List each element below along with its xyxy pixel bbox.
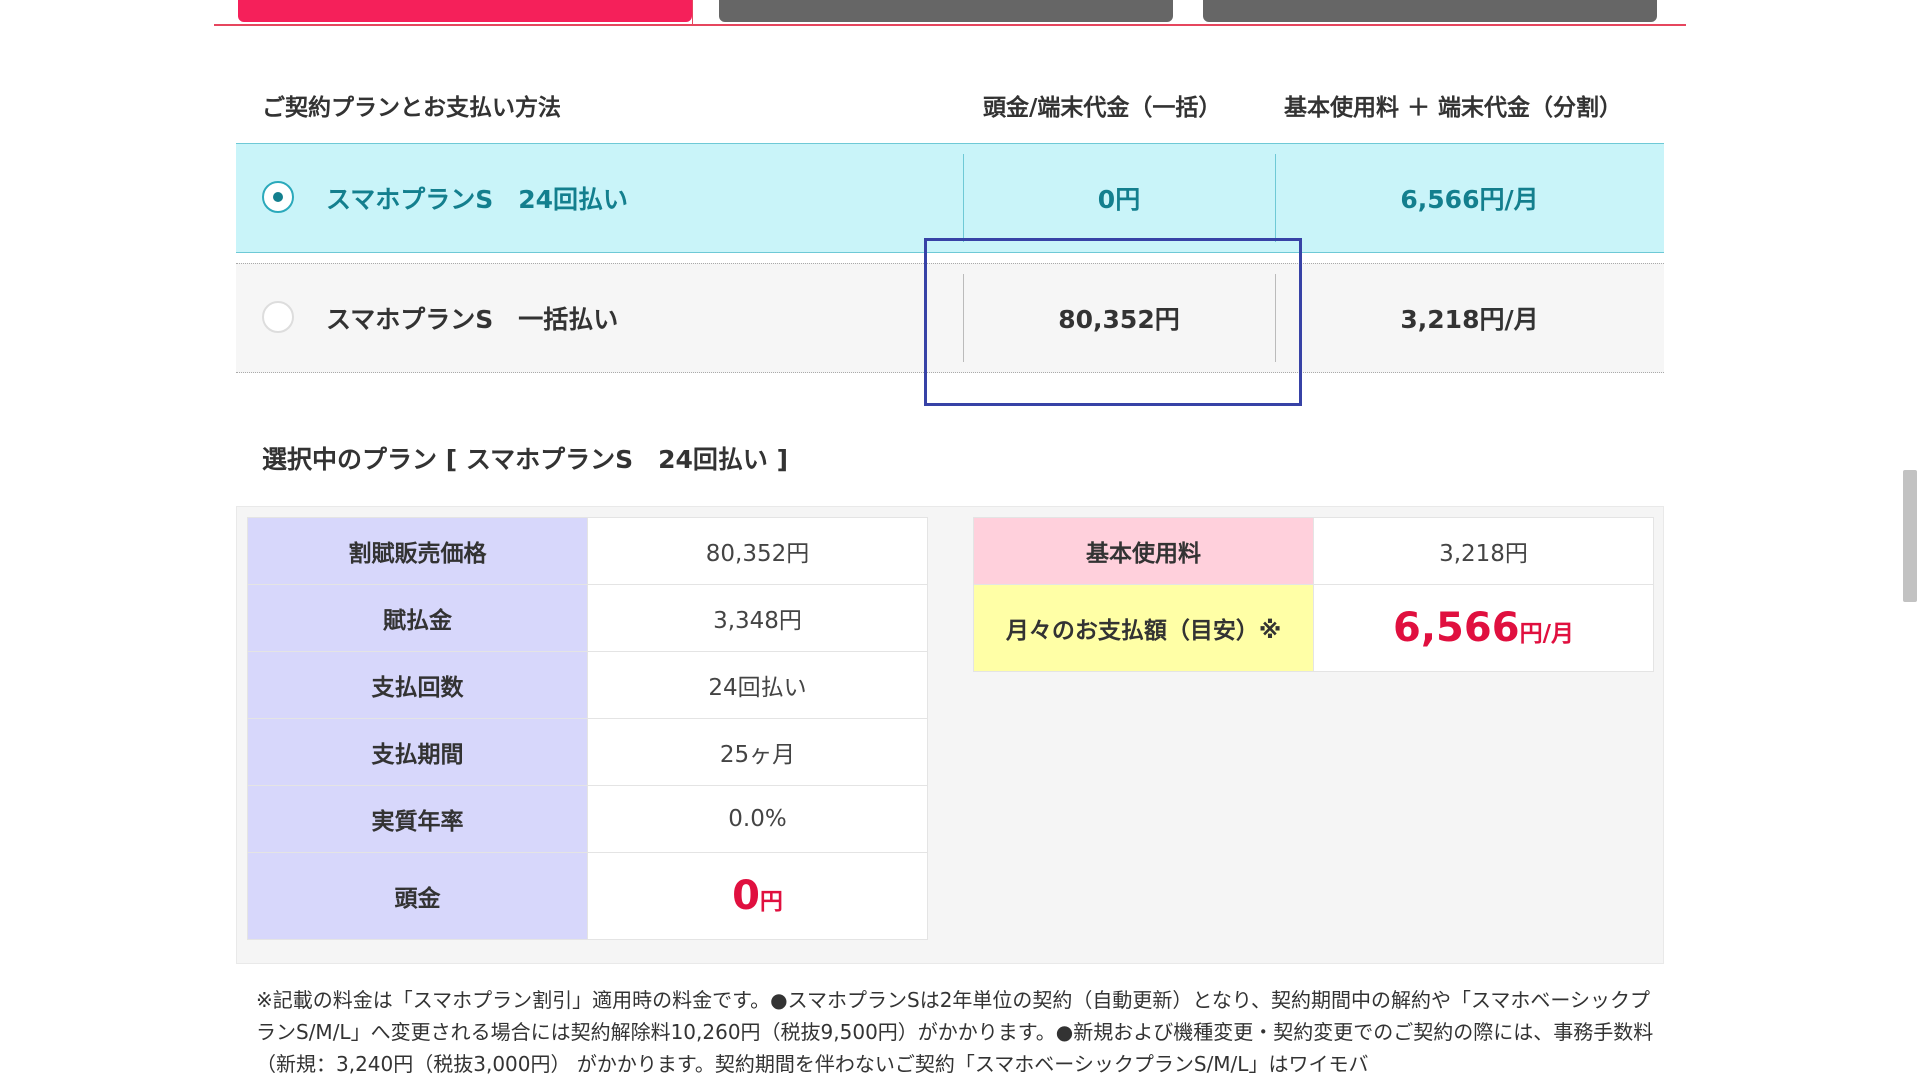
annual-rate-label: 実質年率	[247, 785, 588, 853]
radio-dot	[273, 192, 283, 202]
plan-down-payment: 0円	[1097, 185, 1141, 214]
plan-detail-panel: 割賦販売価格 80,352円 賦払金 3,348円 支払回数 24回払い 支払期…	[236, 506, 1664, 964]
table-row: 賦払金 3,348円	[247, 584, 928, 652]
down-payment-label: 頭金	[247, 852, 588, 940]
plan-monthly-price: 3,218円/月	[1400, 305, 1539, 334]
base-fee-value: 3,218円	[1313, 517, 1654, 585]
top-tab-3[interactable]	[1203, 0, 1657, 22]
down-payment-number: 0	[732, 873, 760, 919]
monthly-summary-table: 基本使用料 3,218円 月々のお支払額（目安）※ 6,566円/月	[973, 517, 1654, 672]
table-row: 月々のお支払額（目安）※ 6,566円/月	[973, 584, 1654, 672]
radio-button-unselected[interactable]	[262, 301, 294, 333]
plan-name: スマホプランS 一括払い	[326, 305, 619, 334]
installment-amount-value: 3,348円	[587, 584, 928, 652]
tab-divider	[692, 0, 693, 26]
installment-price-label: 割賦販売価格	[247, 517, 588, 585]
monthly-payment-unit: 円/月	[1519, 621, 1574, 647]
tab-strip-underline	[214, 24, 1686, 26]
down-payment-unit: 円	[759, 889, 783, 915]
payment-count-label: 支払回数	[247, 651, 588, 719]
monthly-column-header: 基本使用料 ＋ 端末代金（分割）	[1284, 95, 1623, 121]
table-row: 割賦販売価格 80,352円	[247, 517, 928, 585]
scrollbar-thumb[interactable]	[1903, 470, 1917, 602]
plan-option-lump-sum[interactable]: スマホプランS 一括払い 80,352円 3,218円/月	[236, 263, 1664, 373]
radio-button-selected[interactable]	[262, 181, 294, 213]
down-payment-column-header: 頭金/端末代金（一括）	[983, 95, 1222, 121]
plan-down-payment: 80,352円	[1058, 305, 1180, 334]
installment-amount-label: 賦払金	[247, 584, 588, 652]
installment-details-table: 割賦販売価格 80,352円 賦払金 3,348円 支払回数 24回払い 支払期…	[247, 517, 928, 940]
monthly-payment-value: 6,566円/月	[1313, 584, 1654, 672]
payment-count-value: 24回払い	[587, 651, 928, 719]
plan-name: スマホプランS 24回払い	[326, 185, 629, 214]
down-payment-value: 0円	[587, 852, 928, 940]
selected-plan-title: 選択中のプラン [ スマホプランS 24回払い ]	[262, 445, 789, 474]
monthly-payment-number: 6,566	[1393, 605, 1520, 651]
page: ご契約プランとお支払い方法 頭金/端末代金（一括） 基本使用料 ＋ 端末代金（分…	[0, 0, 1920, 1080]
plan-section-heading: ご契約プランとお支払い方法	[262, 95, 561, 121]
table-row: 支払回数 24回払い	[247, 651, 928, 719]
top-tab-2[interactable]	[719, 0, 1173, 22]
table-row: 頭金 0円	[247, 852, 928, 940]
payment-period-value: 25ヶ月	[587, 718, 928, 786]
table-row: 基本使用料 3,218円	[973, 517, 1654, 585]
annual-rate-value: 0.0%	[587, 785, 928, 853]
plan-monthly-price: 6,566円/月	[1400, 185, 1539, 214]
base-fee-label: 基本使用料	[973, 517, 1314, 585]
top-tab-1[interactable]	[238, 0, 692, 22]
installment-price-value: 80,352円	[587, 517, 928, 585]
table-row: 支払期間 25ヶ月	[247, 718, 928, 786]
fee-note: ※記載の料金は「スマホプラン割引」適用時の料金です。●スマホプランSは2年単位の…	[256, 988, 1654, 1076]
table-row: 実質年率 0.0%	[247, 785, 928, 853]
monthly-payment-label: 月々のお支払額（目安）※	[973, 584, 1314, 672]
payment-period-label: 支払期間	[247, 718, 588, 786]
plan-option-installment[interactable]: スマホプランS 24回払い 0円 6,566円/月	[236, 143, 1664, 253]
